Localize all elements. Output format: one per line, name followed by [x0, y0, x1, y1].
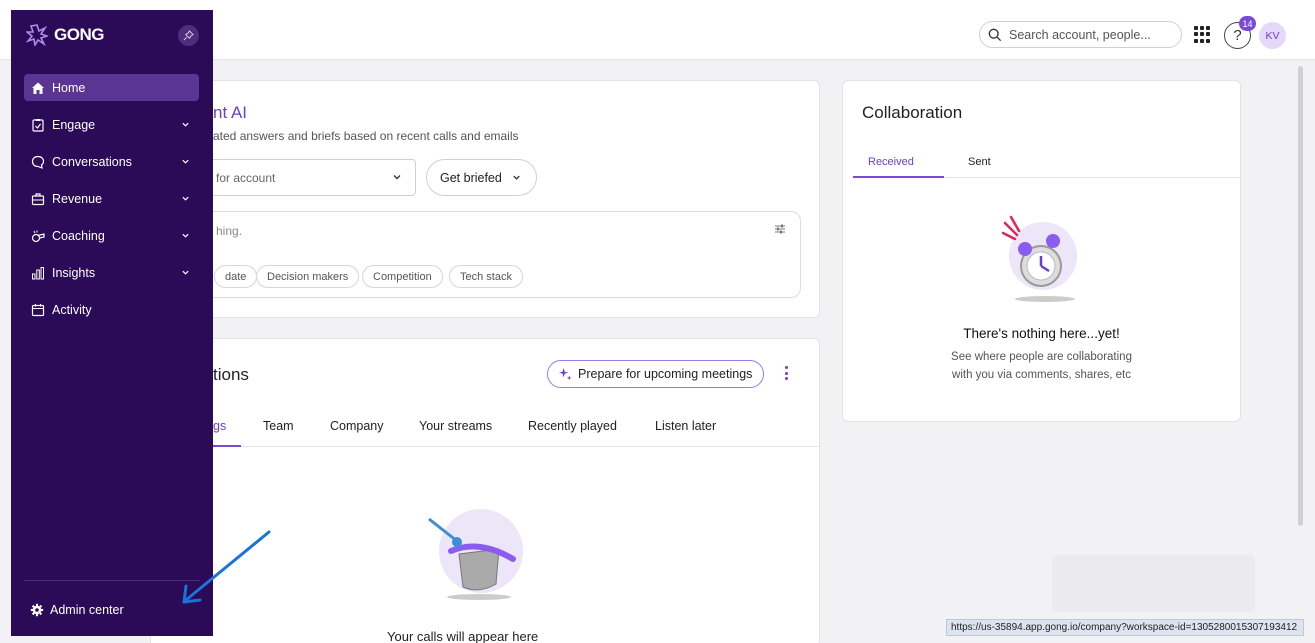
collaboration-empty-line-2: with you via comments, shares, etc	[952, 369, 1131, 381]
chevron-down-icon	[182, 122, 189, 127]
sparkle-icon	[558, 367, 572, 381]
alarm-clock-illustration	[1001, 215, 1077, 302]
annotation-arrow-icon	[182, 530, 271, 604]
account-select-value: for account	[216, 170, 276, 185]
collaboration-card: Collaboration Received Sent There's noth…	[842, 80, 1241, 422]
tab-my-calls[interactable]: gs	[213, 419, 226, 433]
ask-anything-box[interactable]: hing. date Decision makers Competition T…	[191, 211, 801, 298]
account-ai-card: nt AI ated answers and briefs based on r…	[150, 80, 820, 318]
chevron-down-icon	[182, 159, 189, 164]
conversations-card-title: tions	[213, 365, 249, 384]
gong-logo[interactable]: GONG	[26, 24, 104, 46]
more-options-icon[interactable]	[785, 366, 789, 380]
ai-card-title: nt AI	[213, 103, 248, 122]
sidebar-item-label: Revenue	[52, 191, 103, 206]
sidebar-item-home[interactable]: Home	[24, 74, 199, 101]
avatar[interactable]: KV	[1259, 22, 1286, 49]
sidebar-item-engage[interactable]: Engage	[24, 111, 199, 138]
gong-logo-icon	[26, 24, 48, 46]
collaboration-empty-subtitle: See where people are collaborating with …	[843, 348, 1240, 384]
sidebar-item-label: Coaching	[52, 228, 105, 243]
active-tab-indicator	[853, 176, 944, 178]
chevron-down-icon	[182, 233, 189, 238]
suggestion-chip[interactable]: Competition	[362, 265, 443, 288]
logo-text: GONG	[54, 25, 104, 44]
search-input[interactable]	[1009, 27, 1169, 42]
tab-company[interactable]: Company	[330, 419, 384, 433]
sidebar-item-label: Activity	[52, 302, 92, 317]
home-icon	[30, 80, 46, 96]
suggestion-chip[interactable]: date	[214, 265, 258, 288]
tab-sent[interactable]: Sent	[968, 156, 991, 168]
collaboration-tabs: Received Sent	[853, 156, 1240, 178]
help-icon: ?	[1233, 27, 1242, 44]
chevron-down-icon	[393, 175, 401, 180]
blurred-widget	[1052, 555, 1255, 612]
sidebar-divider	[24, 580, 200, 581]
whistle-icon	[30, 228, 46, 244]
prepare-meetings-button[interactable]: Prepare for upcoming meetings	[547, 360, 764, 388]
sliders-icon[interactable]	[774, 223, 786, 235]
bar-chart-icon	[30, 265, 46, 281]
sidebar-item-label: Insights	[52, 265, 96, 280]
sidebar-item-label: Home	[52, 80, 86, 95]
tab-received[interactable]: Received	[868, 156, 914, 168]
search-icon	[988, 28, 1002, 41]
chevron-down-icon	[182, 196, 189, 201]
empty-calls-text: Your calls will appear here	[387, 629, 539, 643]
sidebar-item-insights[interactable]: Insights	[24, 259, 199, 286]
chevron-down-icon	[182, 270, 189, 275]
admin-center-button[interactable]: Admin center	[24, 596, 200, 623]
chat-icon	[30, 154, 46, 170]
ask-placeholder: hing.	[216, 224, 243, 238]
tab-recently-played[interactable]: Recently played	[528, 419, 617, 433]
briefcase-icon	[30, 191, 46, 207]
get-briefed-label: Get briefed	[440, 170, 502, 185]
sidebar-item-revenue[interactable]: Revenue	[24, 185, 199, 212]
sidebar-item-label: Engage	[52, 117, 96, 132]
pin-icon	[183, 30, 194, 41]
tab-listen-later[interactable]: Listen later	[655, 419, 716, 433]
suggestion-chip[interactable]: Tech stack	[449, 265, 523, 288]
prepare-meetings-label: Prepare for upcoming meetings	[578, 367, 753, 381]
ai-card-subtitle: ated answers and briefs based on recent …	[213, 129, 519, 143]
status-bar-url: https://us-35894.app.gong.io/company?wor…	[946, 619, 1304, 636]
page-scrollbar[interactable]	[1298, 66, 1303, 526]
chevron-down-icon	[513, 175, 520, 180]
admin-center-label: Admin center	[50, 602, 124, 617]
clipboard-icon	[30, 117, 46, 133]
get-briefed-button[interactable]: Get briefed	[426, 159, 537, 196]
collaboration-title: Collaboration	[862, 103, 963, 122]
sidebar-item-activity[interactable]: Activity	[24, 296, 199, 323]
calendar-icon	[30, 302, 46, 318]
suggestion-chip[interactable]: Decision makers	[256, 265, 360, 288]
search-box[interactable]	[979, 21, 1182, 48]
conversations-tabs: gs Team Company Your streams Recently pl…	[151, 419, 819, 447]
account-select[interactable]: for account	[191, 159, 416, 196]
sidebar-item-coaching[interactable]: Coaching	[24, 222, 199, 249]
empty-calls-illustration	[428, 509, 523, 600]
tab-team[interactable]: Team	[263, 419, 294, 433]
gear-icon	[30, 603, 44, 617]
apps-grid-icon[interactable]	[1194, 26, 1211, 43]
sidebar-item-label: Conversations	[52, 154, 132, 169]
collaboration-empty-line-1: See where people are collaborating	[951, 351, 1132, 363]
notification-badge: 14	[1239, 16, 1256, 31]
collaboration-empty-title: There's nothing here...yet!	[963, 326, 1120, 341]
sidebar-item-conversations[interactable]: Conversations	[24, 148, 199, 175]
pin-sidebar-button[interactable]	[178, 25, 199, 46]
tab-your-streams[interactable]: Your streams	[419, 419, 492, 433]
